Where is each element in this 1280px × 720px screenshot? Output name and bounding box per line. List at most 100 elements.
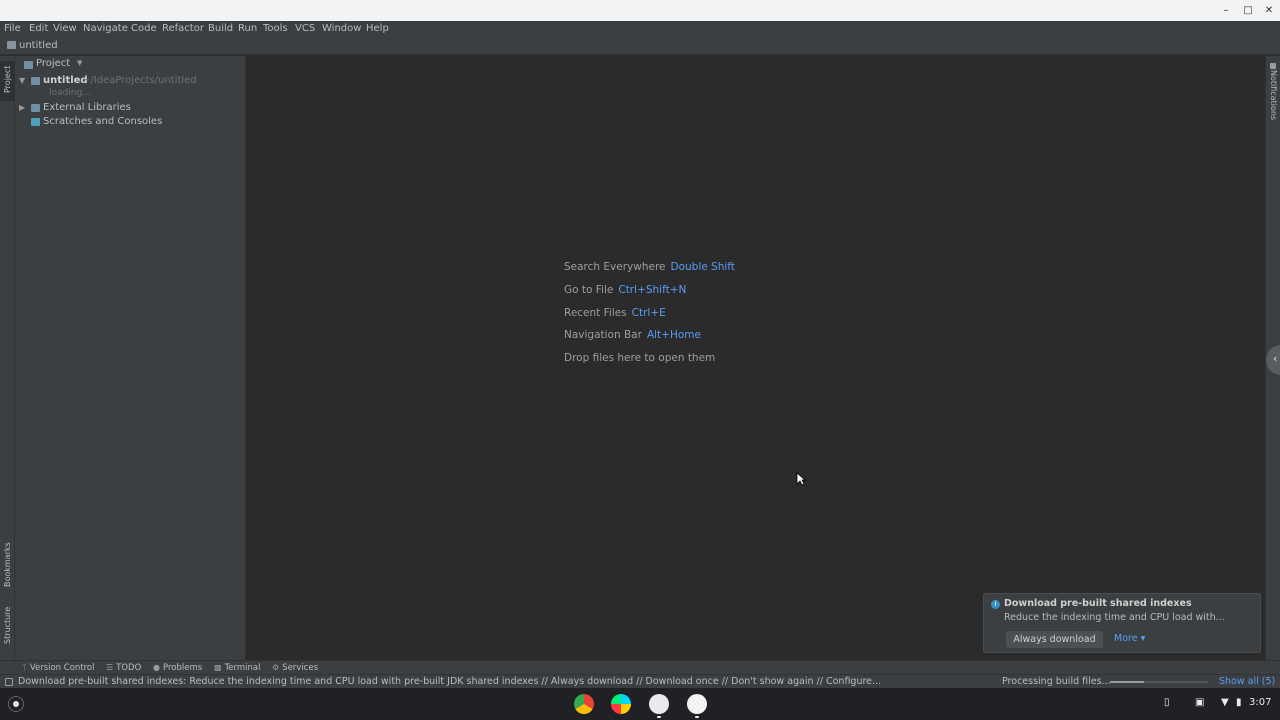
linux-terminal-icon[interactable] xyxy=(687,694,707,714)
minimize-icon[interactable]: – xyxy=(1218,3,1234,19)
menu-navigate[interactable]: Navigate xyxy=(83,23,128,34)
hint-shortcut: Double Shift xyxy=(670,261,735,273)
menu-refactor[interactable]: Refactor xyxy=(162,23,204,34)
notification-balloon: i Download pre-built shared indexes Redu… xyxy=(983,593,1261,653)
left-tool-stripe: Project Bookmarks Structure xyxy=(0,56,15,660)
status-bar: Download pre-built shared indexes: Reduc… xyxy=(0,674,1280,688)
show-all-processes-link[interactable]: Show all (5) xyxy=(1219,676,1275,687)
tool-label: Terminal xyxy=(224,663,261,673)
menu-edit[interactable]: Edit xyxy=(29,23,48,34)
tool-terminal[interactable]: ▩ Terminal xyxy=(214,663,260,673)
tab-structure[interactable]: Structure xyxy=(0,606,15,650)
project-panel-header[interactable]: Project ▼ xyxy=(15,56,246,74)
chevron-left-icon: ‹ xyxy=(1273,352,1278,365)
problems-icon: ● xyxy=(153,663,160,672)
tool-services[interactable]: ⚙ Services xyxy=(272,663,318,673)
list-icon: ☰ xyxy=(106,663,114,672)
tool-label: Version Control xyxy=(29,663,95,673)
always-download-button[interactable]: Always download xyxy=(1006,631,1103,648)
hint-label: Search Everywhere xyxy=(564,261,666,273)
project-view-icon xyxy=(24,61,33,69)
branch-icon: ᛉ xyxy=(22,663,27,672)
menu-tools[interactable]: Tools xyxy=(263,23,288,34)
status-toggle-icon[interactable] xyxy=(5,678,13,686)
tool-label: TODO xyxy=(116,663,142,673)
menu-window[interactable]: Window xyxy=(322,23,361,34)
hint-label: Drop files here to open them xyxy=(564,352,716,364)
clock-time[interactable]: 3:07 xyxy=(1249,697,1271,708)
mouse-cursor-icon xyxy=(796,472,806,486)
chrome-icon[interactable] xyxy=(574,694,594,714)
wifi-icon[interactable]: ▼ xyxy=(1221,697,1229,708)
hint-label: Recent Files xyxy=(564,307,627,319)
tree-root-row[interactable]: ▼ untitled ~/IdeaProjects/untitled xyxy=(15,74,246,88)
info-icon: i xyxy=(991,600,1000,609)
scratches-icon xyxy=(31,118,40,126)
tab-project[interactable]: Project xyxy=(0,61,15,101)
app-running-indicator xyxy=(657,716,661,718)
phone-hub-icon[interactable]: ▯ xyxy=(1164,697,1170,708)
menu-view[interactable]: View xyxy=(53,23,77,34)
folder-icon xyxy=(31,77,40,85)
tab-project-label: Project xyxy=(3,65,12,93)
app-running-indicator xyxy=(695,716,699,718)
tree-scratches-label: Scratches and Consoles xyxy=(43,116,163,127)
breadcrumb[interactable]: untitled xyxy=(19,40,58,51)
tool-todo[interactable]: ☰ TODO xyxy=(106,663,141,673)
tree-scratches[interactable]: Scratches and Consoles xyxy=(15,115,246,129)
progress-fill xyxy=(1110,681,1145,683)
tool-window-bar: ᛉ Version Control ☰ TODO ● Problems ▩ Termin… xyxy=(0,660,1280,674)
hint-shortcut: Alt+Home xyxy=(646,329,701,341)
project-panel: Project ▼ ▼ untitled ~/IdeaProjects/unti… xyxy=(15,56,246,660)
more-link[interactable]: More ▾ xyxy=(1114,633,1145,644)
tab-notifications[interactable]: Notifications xyxy=(1269,70,1278,120)
menu-help[interactable]: Help xyxy=(366,23,389,34)
hint-shortcut: Ctrl+Shift+N xyxy=(618,284,687,296)
project-view-title: Project xyxy=(36,58,71,69)
tool-label: Services xyxy=(282,663,319,673)
tool-problems[interactable]: ● Problems xyxy=(153,663,202,673)
tab-structure-label: Structure xyxy=(3,606,12,644)
menu-file[interactable]: File xyxy=(4,23,21,34)
hint-label: Navigation Bar xyxy=(564,329,642,341)
tree-external-libraries[interactable]: ▶ External Libraries xyxy=(15,101,246,115)
loading-text: loading... xyxy=(49,88,91,98)
menu-run[interactable]: Run xyxy=(238,23,257,34)
progress-bar xyxy=(1110,681,1208,683)
hint-navigation-bar: Navigation Bar Alt+Home xyxy=(564,329,701,341)
bell-icon[interactable] xyxy=(1270,63,1276,69)
launcher-button[interactable] xyxy=(8,696,24,712)
os-shelf: ▯ ▣ ▼ ▮ 3:07 xyxy=(0,688,1280,720)
notification-body: Reduce the indexing time and CPU load wi… xyxy=(1004,612,1225,623)
hint-recent-files: Recent Files Ctrl+E xyxy=(564,307,666,319)
hint-label: Go to File xyxy=(564,284,614,296)
maximize-icon[interactable]: □ xyxy=(1240,3,1256,19)
chevron-down-icon[interactable]: ▼ xyxy=(19,76,25,85)
hint-search-everywhere: Search Everywhere Double Shift xyxy=(564,261,735,273)
menu-code[interactable]: Code xyxy=(131,23,157,34)
status-message[interactable]: Download pre-built shared indexes: Reduc… xyxy=(18,676,881,687)
tab-bookmarks-label: Bookmarks xyxy=(3,542,12,587)
screen-capture-icon[interactable]: ▣ xyxy=(1195,697,1204,708)
library-icon xyxy=(31,104,40,112)
menu-build[interactable]: Build xyxy=(208,23,233,34)
files-icon[interactable] xyxy=(649,694,669,714)
process-status[interactable]: Processing build files... xyxy=(1002,676,1111,687)
tool-version-control[interactable]: ᛉ Version Control xyxy=(22,663,95,673)
close-icon[interactable]: ✕ xyxy=(1261,3,1277,19)
editor-area[interactable]: Search Everywhere Double Shift Go to File… xyxy=(246,56,1265,660)
hint-drop-files: Drop files here to open them xyxy=(564,352,715,364)
tree-root-name: untitled xyxy=(43,75,88,86)
folder-icon xyxy=(7,41,16,49)
play-store-icon[interactable] xyxy=(611,694,631,714)
terminal-icon: ▩ xyxy=(214,663,222,672)
navigation-bar: untitled xyxy=(0,38,1280,55)
hint-go-to-file: Go to File Ctrl+Shift+N xyxy=(564,284,686,296)
tree-root-path: ~/IdeaProjects/untitled xyxy=(82,75,197,86)
battery-icon[interactable]: ▮ xyxy=(1236,697,1242,708)
chevron-right-icon[interactable]: ▶ xyxy=(19,103,25,112)
tab-bookmarks[interactable]: Bookmarks xyxy=(0,541,15,593)
menu-vcs[interactable]: VCS xyxy=(295,23,315,34)
services-icon: ⚙ xyxy=(272,663,280,672)
chevron-down-icon[interactable]: ▼ xyxy=(77,59,82,67)
